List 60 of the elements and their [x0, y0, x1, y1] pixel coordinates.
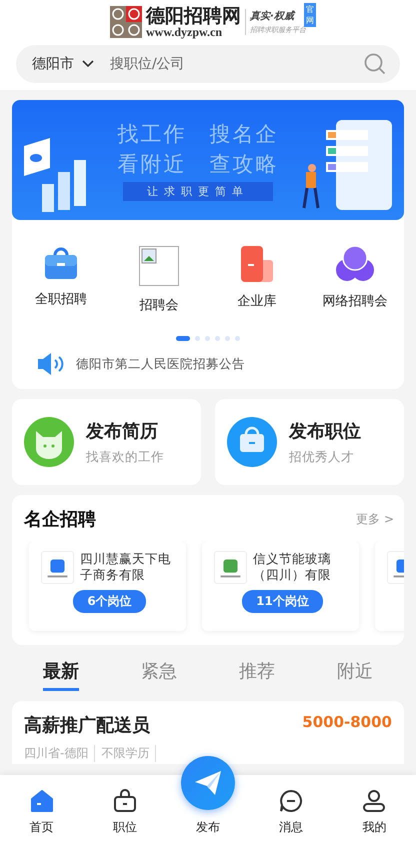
post-title: 发布职位 [289, 420, 361, 442]
home-icon [30, 789, 54, 813]
post-subtitle: 找喜欢的工作 [86, 448, 164, 466]
logo-icon [110, 6, 142, 38]
company-card[interactable]: 四川慧赢天下电子商务有限 6个岗位 [29, 541, 186, 631]
job-count[interactable]: 6个岗位 [73, 590, 146, 613]
pager-dot[interactable] [205, 336, 210, 341]
shortcut-label[interactable]: 全职招聘 [35, 290, 87, 308]
user-icon [362, 789, 386, 813]
building-icon [241, 246, 273, 282]
briefcase-icon [44, 246, 78, 280]
post-subtitle: 招优秀人才 [289, 448, 355, 466]
job-count[interactable]: 11个岗位 [242, 590, 323, 613]
shortcut-label[interactable]: 招聘会 [140, 296, 178, 314]
company-name: 四川慧赢天下电子商务有限 [80, 551, 172, 584]
nav-label[interactable]: 消息 [279, 819, 304, 836]
official-badge: 官网 [304, 3, 316, 27]
post-card[interactable]: 发布简历 找喜欢的工作 [12, 399, 201, 485]
nav-label[interactable]: 发布 [196, 819, 220, 836]
pager-dot[interactable] [225, 336, 230, 341]
nav-label[interactable]: 职位 [112, 819, 137, 836]
feed-tab[interactable]: 最新 [43, 655, 79, 691]
pager-dot[interactable] [235, 336, 240, 341]
search-icon[interactable] [364, 53, 386, 75]
job-salary: 5000-8000 [302, 713, 392, 733]
job-card[interactable]: 高薪推广配送员 5000-8000 四川省-德阳 不限学历 [12, 701, 404, 764]
company-card[interactable]: 信义节能玻璃（四川）有限 11个岗位 [202, 541, 359, 631]
nav-label[interactable]: 我的 [362, 819, 386, 836]
notice-text[interactable]: 德阳市第二人民医院招募公告 [76, 356, 245, 372]
chat-icon [279, 789, 304, 813]
company-logo [41, 551, 74, 584]
circles-icon [336, 246, 374, 282]
banner-headline: 找工作 搜名企 [118, 120, 278, 148]
job-tag: 四川省-德阳 [24, 745, 96, 762]
company-name: 信义节能玻璃（四川）有限 [253, 551, 332, 584]
post-card[interactable]: 发布职位 招优秀人才 [215, 399, 404, 485]
search-field[interactable]: 搜职位/公司 [108, 55, 364, 73]
job-title: 高薪推广配送员 [24, 714, 150, 737]
company-logo [214, 551, 247, 584]
post-title: 发布简历 [86, 420, 159, 442]
speaker-icon [36, 352, 64, 376]
section-title: 名企招聘 [24, 508, 96, 531]
briefcase-icon [227, 417, 277, 467]
logo-url: www.dyzpw.cn [146, 26, 222, 38]
banner-headline: 看附近 查攻略 [118, 150, 278, 178]
banner-tagline: 让求职更简单 [123, 182, 273, 200]
pager-dot[interactable] [195, 336, 200, 341]
banner[interactable]: 找工作 搜名企 看附近 查攻略 让求职更简单 [12, 100, 404, 220]
shortcut-label[interactable]: 企业库 [238, 292, 276, 310]
bag-icon [112, 789, 137, 813]
job-tag: 不限学历 [101, 745, 156, 762]
pager-dot[interactable] [215, 336, 220, 341]
nav-label[interactable]: 首页 [30, 819, 54, 836]
chevron-down-icon [82, 60, 94, 68]
city-selector[interactable]: 德阳市 [32, 55, 74, 73]
slogan: 真实·权威 [250, 9, 296, 23]
search-bar[interactable]: 德阳市 搜职位/公司 [16, 45, 400, 83]
broken-image-icon [139, 246, 179, 286]
logo-title: 德阳招聘网 [146, 6, 241, 26]
shortcut-label[interactable]: 网络招聘会 [322, 292, 388, 310]
